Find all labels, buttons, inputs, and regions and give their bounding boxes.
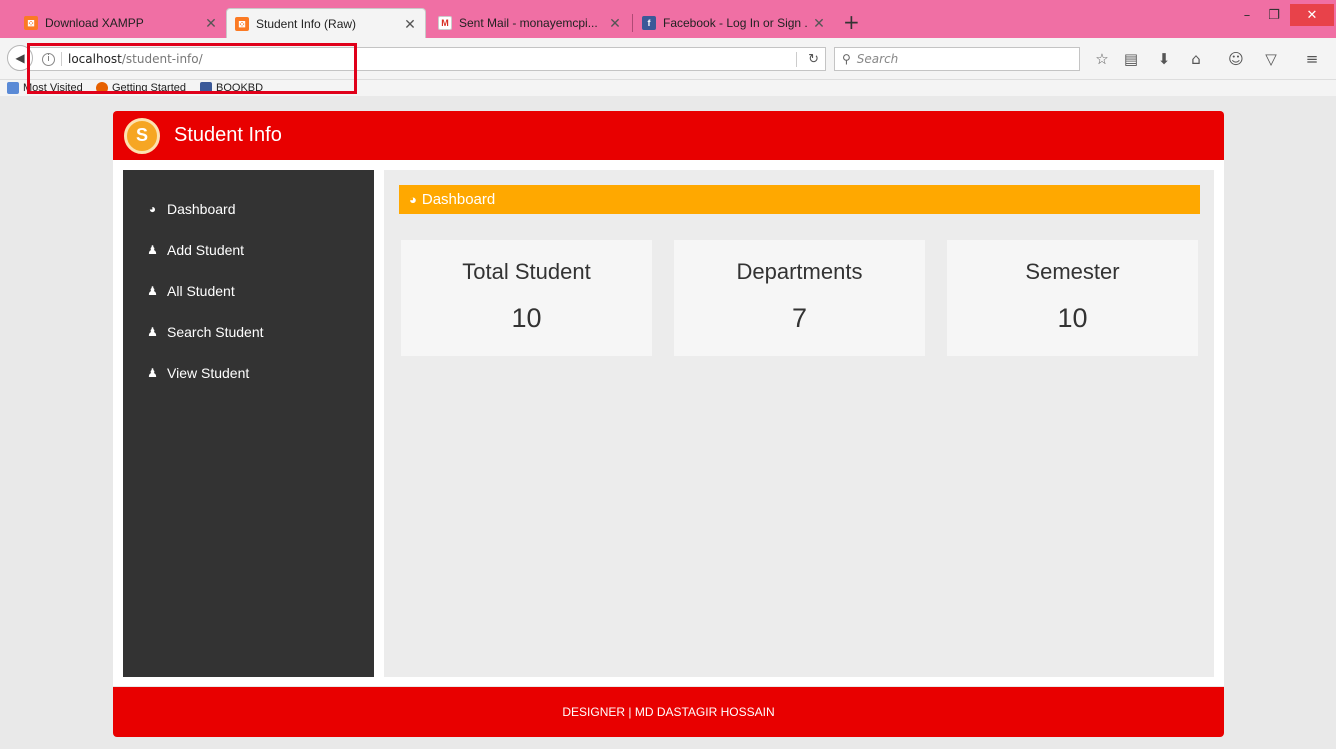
close-icon[interactable]: ✕ [204,15,218,32]
dashboard-icon: ◕ [409,192,417,207]
student-info-app: S Student Info ◕ Dashboard ♟ Add Student… [113,111,1224,737]
close-icon[interactable]: ✕ [403,16,417,33]
tab-title: Sent Mail - monayemcpi... [459,16,598,30]
main-content: ◕ Dashboard Total Student 10 Departments… [384,170,1214,677]
tab-sent-mail[interactable]: M Sent Mail - monayemcpi... ✕ [430,8,630,38]
stat-card-semester: Semester 10 [947,240,1198,356]
url-divider [796,52,797,67]
restore-icon[interactable]: ❐ [1262,4,1286,26]
dashboard-icon: ◕ [148,201,157,216]
user-icon: ♟ [147,242,158,257]
menu-icon[interactable]: ≡ [1301,48,1323,70]
pocket-icon[interactable]: ▽ [1260,48,1282,70]
tab-download-xampp[interactable]: ⊠ Download XAMPP ✕ [16,8,226,38]
sidebar: ◕ Dashboard ♟ Add Student ♟ All Student … [123,170,374,677]
app-footer: DESIGNER | MD DASTAGIR HOSSAIN [113,687,1224,737]
sidebar-item-label: Dashboard [167,200,236,217]
search-icon: ⚲ [842,52,851,66]
bookmark-star-icon[interactable]: ☆ [1091,48,1113,70]
sidebar-item-add-student[interactable]: ♟ Add Student [123,229,374,270]
bookmarks-list-icon[interactable]: ▤ [1120,48,1142,70]
tab-separator [632,14,633,32]
sidebar-item-dashboard[interactable]: ◕ Dashboard [123,188,374,229]
search-bar[interactable]: ⚲ Search [834,47,1080,71]
home-icon[interactable]: ⌂ [1185,48,1207,70]
minimize-icon[interactable]: – [1235,4,1259,26]
close-icon[interactable]: ✕ [608,15,622,32]
search-placeholder: Search [856,52,899,66]
stat-label: Departments [736,259,863,284]
sidebar-item-label: All Student [167,282,235,299]
tab-title: Student Info (Raw) [256,17,357,31]
facebook-icon: f [642,16,656,30]
reload-icon[interactable]: ↻ [808,52,819,67]
sidebar-item-search-student[interactable]: ♟ Search Student [123,311,374,352]
hello-icon[interactable]: ☺ [1225,48,1247,70]
download-icon[interactable]: ⬇ [1153,48,1175,70]
url-highlight-box [27,43,357,94]
brand-title[interactable]: Student Info [174,124,282,147]
tab-title: Download XAMPP [45,16,144,30]
user-icon: ♟ [147,365,158,380]
app-header: S Student Info [113,111,1224,160]
stat-value: 7 [791,303,808,333]
xampp-icon: ⊠ [235,17,249,31]
bookmark-folder-icon [7,82,19,94]
user-icon: ♟ [147,324,158,339]
section-header: ◕ Dashboard [399,185,1200,214]
sidebar-item-view-student[interactable]: ♟ View Student [123,352,374,393]
app-body: ◕ Dashboard ♟ Add Student ♟ All Student … [113,160,1224,686]
stat-value: 10 [511,303,542,333]
window-close-icon[interactable]: ✕ [1290,4,1334,26]
stat-label: Total Student [462,259,591,284]
xampp-icon: ⊠ [24,16,38,30]
stat-label: Semester [1025,259,1120,284]
sidebar-item-label: View Student [167,364,250,381]
gmail-icon: M [438,16,452,30]
section-title: Dashboard [421,191,496,208]
tab-facebook[interactable]: f Facebook - Log In or Sign ... ✕ [634,8,834,38]
sidebar-item-label: Add Student [167,241,245,258]
logo-icon[interactable]: S [124,117,160,154]
browser-tab-bar: ⊠ Download XAMPP ✕ ⊠ Student Info (Raw) … [0,0,1336,39]
user-icon: ♟ [147,283,158,298]
stat-value: 10 [1057,303,1088,333]
new-tab-button[interactable]: + [843,10,860,34]
stat-card-total-student: Total Student 10 [401,240,652,356]
sidebar-item-all-student[interactable]: ♟ All Student [123,270,374,311]
back-arrow-icon: ◀ [15,51,25,65]
tab-student-info[interactable]: ⊠ Student Info (Raw) ✕ [226,8,426,39]
sidebar-item-label: Search Student [167,323,264,340]
stat-card-departments: Departments 7 [674,240,925,356]
tab-title: Facebook - Log In or Sign ... [663,16,808,30]
close-icon[interactable]: ✕ [812,15,826,32]
